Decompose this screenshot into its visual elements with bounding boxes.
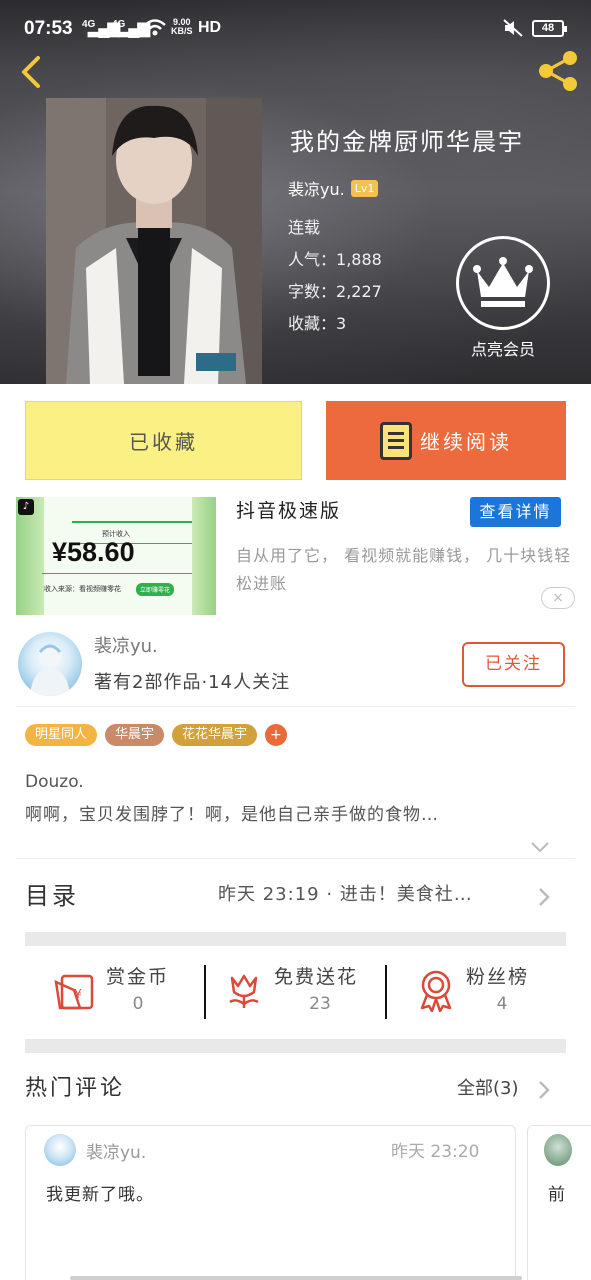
red-envelope-icon: ¥ — [52, 968, 96, 1012]
ad-image-source: 收入来源：看视频赚零花 — [44, 585, 121, 593]
word-count-label: 字数： — [288, 282, 337, 301]
favorited-button[interactable]: 已收藏 — [25, 401, 302, 480]
book-header: 07:53 4G ▂▄▆ 4G ▂▄▆ 9.00 KB/S HD 48 我的金牌… — [0, 0, 591, 384]
back-button[interactable] — [14, 52, 50, 92]
ad-description: 自从用了它， 看视频就能赚钱， 几十块钱轻松进账 — [236, 546, 572, 593]
chevron-left-icon — [22, 56, 40, 88]
flower-icon — [222, 968, 266, 1012]
hd-indicator: HD — [198, 19, 222, 36]
medal-icon — [414, 968, 458, 1013]
popularity-value: 1,888 — [336, 250, 382, 269]
stat-label: 免费送花 — [274, 966, 359, 988]
book-cover[interactable] — [46, 98, 262, 384]
section-separator — [25, 1039, 566, 1053]
continue-reading-button[interactable]: 继续阅读 — [326, 401, 566, 480]
status-time: 07:53 — [24, 18, 73, 39]
summary-line-1: Douzo. — [25, 772, 84, 792]
ad-image[interactable]: ♪ 预计收入 ¥58.60 收入来源：看视频赚零花 立即赚零花 — [16, 497, 216, 615]
vip-label: 点亮会员 — [470, 340, 535, 359]
tag-item[interactable]: 明星同人 — [25, 724, 98, 746]
author-card-stats: 著有2部作品·14人关注 — [94, 672, 291, 693]
divider — [16, 858, 575, 859]
book-title: 我的金牌厨师华晨宇 — [290, 128, 524, 156]
word-count-row: 字数：2,227 — [288, 278, 382, 302]
popularity-label: 人气： — [288, 250, 337, 269]
favorites-label: 收藏： — [288, 314, 337, 333]
stat-label: 粉丝榜 — [466, 966, 530, 988]
tiktok-logo-icon: ♪ — [18, 499, 34, 515]
speed-unit: KB/S — [171, 26, 193, 36]
book-icon — [380, 421, 412, 460]
commenter-name[interactable]: 裴凉yu. — [86, 1138, 146, 1163]
share-icon — [539, 51, 577, 91]
ad-image-cta: 立即赚零花 — [136, 583, 175, 596]
word-count-value: 2,227 — [336, 282, 382, 301]
divider — [16, 706, 575, 707]
chevron-down-icon[interactable] — [530, 838, 550, 853]
vip-button[interactable] — [456, 236, 550, 330]
popularity-row: 人气：1,888 — [288, 246, 382, 270]
serial-status: 连载 — [288, 218, 321, 237]
tag-item[interactable]: 华晨宇 — [105, 724, 165, 746]
chevron-right-icon[interactable] — [537, 1079, 551, 1101]
author-avatar[interactable] — [18, 632, 82, 696]
stat-label: 赏金币 — [106, 966, 170, 988]
tag-item[interactable]: 花花华晨宇 — [172, 724, 258, 746]
book-author[interactable]: 裴凉yu. Lv1 — [288, 176, 379, 200]
cover-illustration — [46, 98, 262, 384]
stat-free-flowers[interactable]: 免费送花 23 — [222, 960, 382, 1020]
comment-time: 昨天 23:20 — [391, 1142, 480, 1162]
chevron-right-icon[interactable] — [537, 886, 551, 908]
favorites-row: 收藏：3 — [288, 310, 346, 334]
ad-close-button[interactable]: × — [541, 587, 575, 609]
all-comments-link[interactable]: 全部(3) — [457, 1074, 519, 1100]
ad-app-name: 抖音极速版 — [236, 500, 342, 522]
tag-list: 明星同人 华晨宇 花花华晨宇 + — [25, 724, 288, 746]
catalog-title[interactable]: 目录 — [25, 876, 79, 911]
comment-card[interactable]: 裴凉yu. 昨天 23:20 我更新了哦。 — [25, 1125, 516, 1280]
summary-line-2: 啊啊，宝贝发围脖了！啊，是他自己亲手做的食物… — [25, 805, 439, 825]
network-speed: 9.00 KB/S — [171, 18, 193, 36]
commenter-avatar[interactable] — [44, 1134, 76, 1166]
ad-image-amount: ¥58.60 — [52, 537, 135, 567]
comment-card[interactable]: 前 — [527, 1125, 591, 1280]
follow-button[interactable]: 已关注 — [462, 642, 565, 687]
comment-text: 前 — [548, 1185, 565, 1205]
mute-icon — [502, 18, 524, 43]
status-bar: 07:53 4G ▂▄▆ 4G ▂▄▆ 9.00 KB/S HD 48 — [0, 0, 591, 46]
wifi-icon — [143, 18, 167, 43]
section-separator — [25, 932, 566, 946]
stat-fan-ranking[interactable]: 粉丝榜 4 — [412, 960, 562, 1020]
stat-reward-coins[interactable]: ¥ 赏金币 0 — [50, 960, 200, 1020]
favorited-label: 已收藏 — [129, 430, 198, 454]
favorites-value: 3 — [336, 314, 347, 333]
share-button[interactable] — [534, 50, 582, 92]
author-card-name[interactable]: 裴凉yu. — [94, 632, 158, 658]
avatar-illustration — [30, 644, 70, 696]
stat-divider — [385, 965, 387, 1019]
horizontal-scrollbar[interactable] — [70, 1276, 522, 1280]
stat-value: 23 — [309, 994, 331, 1014]
hot-comments-title: 热门评论 — [25, 1076, 126, 1101]
ad-detail-button[interactable]: 查看详情 — [470, 497, 561, 527]
continue-reading-label: 继续阅读 — [420, 430, 512, 454]
level-badge: Lv1 — [350, 179, 379, 197]
battery-icon: 48 — [532, 20, 567, 37]
stat-value: 4 — [496, 994, 508, 1014]
comment-text: 我更新了哦。 — [46, 1185, 154, 1205]
close-icon: × — [552, 590, 564, 606]
stat-value: 0 — [132, 994, 144, 1014]
catalog-latest-chapter[interactable]: 昨天 23:19 · 进击！美食社… — [218, 880, 530, 906]
author-name: 裴凉yu. — [288, 180, 345, 199]
svg-text:¥: ¥ — [74, 987, 82, 1001]
stat-divider — [204, 965, 206, 1019]
crown-icon — [473, 257, 533, 307]
commenter-avatar[interactable] — [544, 1134, 572, 1166]
add-tag-button[interactable]: + — [265, 724, 288, 746]
ad-leaves-right — [192, 497, 216, 615]
